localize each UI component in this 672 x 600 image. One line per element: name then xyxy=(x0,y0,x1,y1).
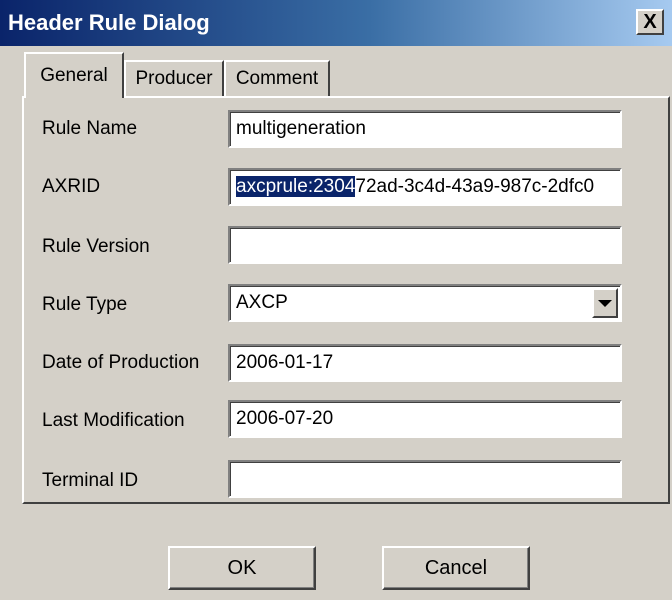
date-of-production-input[interactable]: 2006-01-17 xyxy=(228,344,622,382)
tab-comment-label: Comment xyxy=(235,68,319,89)
tab-comment[interactable]: Comment xyxy=(224,60,330,96)
cancel-button[interactable]: Cancel xyxy=(382,546,530,590)
last-modification-label: Last Modification xyxy=(42,410,185,431)
last-modification-input[interactable]: 2006-07-20 xyxy=(228,400,622,438)
rule-type-dropdown-button[interactable] xyxy=(592,288,618,318)
last-modification-value: 2006-07-20 xyxy=(236,408,334,429)
tab-producer[interactable]: Producer xyxy=(124,60,224,96)
axrid-input[interactable]: axcprule:230472ad-3c4d-43a9-987c-2dfc0 xyxy=(228,168,622,206)
dialog-window: Header Rule Dialog X General Producer Co… xyxy=(0,0,672,600)
chevron-down-icon xyxy=(598,299,612,307)
tab-general[interactable]: General xyxy=(24,52,124,98)
rule-type-select[interactable]: AXCP xyxy=(228,284,622,322)
window-title: Header Rule Dialog xyxy=(8,10,210,35)
axrid-label: AXRID xyxy=(42,176,101,197)
axrid-remaining-text: 72ad-3c4d-43a9-987c-2dfc0 xyxy=(355,176,595,197)
cancel-button-label: Cancel xyxy=(424,556,488,579)
ok-button[interactable]: OK xyxy=(168,546,316,590)
rule-version-label: Rule Version xyxy=(42,236,150,257)
close-icon: X xyxy=(643,11,657,33)
rule-name-label: Rule Name xyxy=(42,118,138,139)
rule-type-label: Rule Type xyxy=(42,294,128,315)
title-bar[interactable]: Header Rule Dialog X xyxy=(0,0,672,46)
close-button[interactable]: X xyxy=(636,9,664,35)
rule-type-value: AXCP xyxy=(236,292,288,313)
rule-name-input[interactable]: multigeneration xyxy=(228,110,622,148)
tab-general-label: General xyxy=(40,65,108,86)
date-of-production-value: 2006-01-17 xyxy=(236,352,334,373)
axrid-selected-text: axcprule:2304 xyxy=(236,176,356,197)
terminal-id-input[interactable] xyxy=(228,460,622,498)
date-of-production-label: Date of Production xyxy=(42,352,200,373)
ok-button-label: OK xyxy=(227,556,257,579)
tab-producer-label: Producer xyxy=(135,68,213,89)
terminal-id-label: Terminal ID xyxy=(42,470,139,491)
rule-name-value: multigeneration xyxy=(236,118,366,139)
rule-version-input[interactable] xyxy=(228,226,622,264)
